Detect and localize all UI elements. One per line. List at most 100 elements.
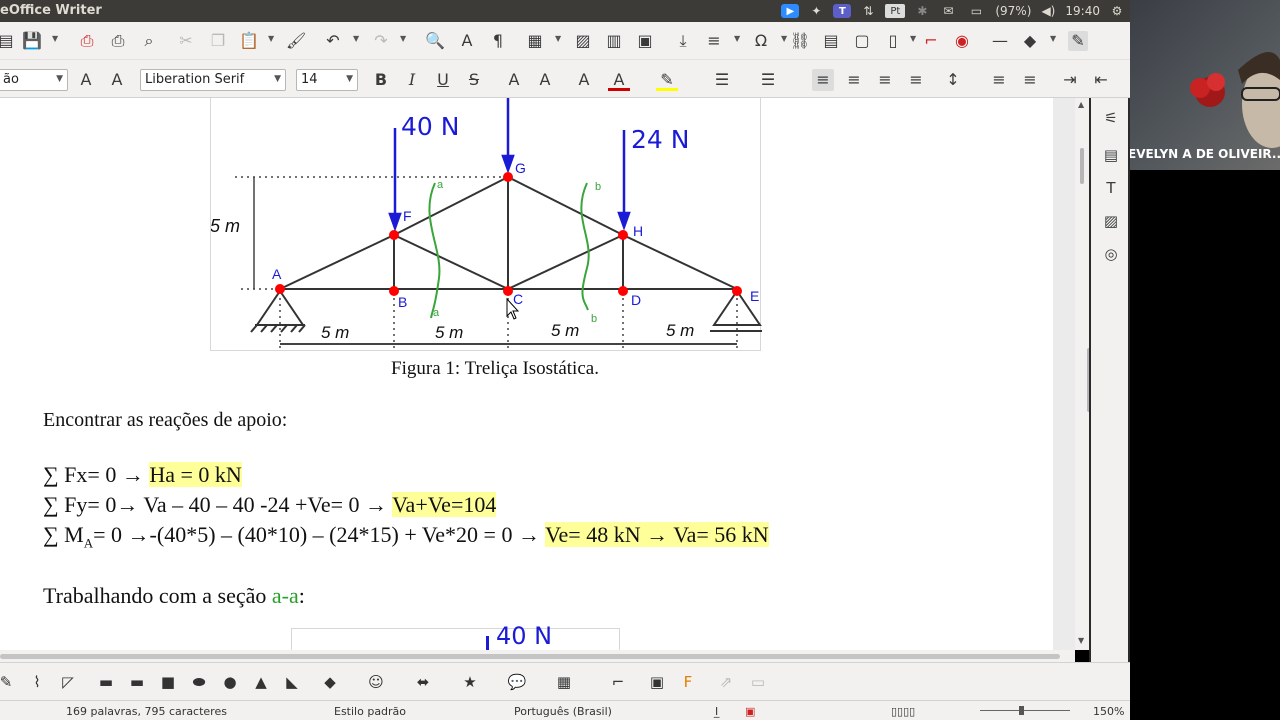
cut-icon[interactable]: ✂ xyxy=(176,31,196,51)
polygon-icon[interactable]: ◸ xyxy=(58,672,78,692)
callout-icon[interactable]: 💬 xyxy=(507,672,527,692)
clone-formatting-icon[interactable]: 🖌 xyxy=(286,31,306,51)
paste-icon[interactable]: 📋 xyxy=(239,31,259,51)
font-name-combo[interactable]: Liberation Serif ▼ xyxy=(140,69,286,91)
align-right-icon[interactable]: ≡ xyxy=(874,69,896,91)
insert-table-icon[interactable]: ▦ xyxy=(525,31,545,51)
zoom-slider-handle[interactable] xyxy=(1019,706,1024,715)
smiley-icon[interactable]: ☺ xyxy=(366,672,386,692)
word-count[interactable]: 169 palavras, 795 caracteres xyxy=(66,705,227,718)
figure-section-preview[interactable] xyxy=(291,628,620,650)
special-character-dropdown-icon[interactable]: ▼ xyxy=(781,34,787,43)
star-icon[interactable]: ★ xyxy=(460,672,480,692)
rounded-rectangle-icon[interactable]: ▬ xyxy=(127,672,147,692)
draw-icon[interactable]: ✎ xyxy=(1068,31,1088,51)
flowchart-icon[interactable]: ▦ xyxy=(554,672,574,692)
toggle-extrusion-icon[interactable]: ⇗ xyxy=(716,672,736,692)
freeform-icon[interactable]: ⌇ xyxy=(27,672,47,692)
zoom-level[interactable]: 150% xyxy=(1093,705,1124,718)
formatting-marks-icon[interactable]: ¶ xyxy=(488,31,508,51)
comment-icon[interactable]: ▢ xyxy=(852,31,872,51)
highlight-color-icon[interactable]: ✎ xyxy=(656,69,678,91)
font-size-combo[interactable]: 14 ▼ xyxy=(296,69,358,91)
insert-field-icon[interactable]: ≡ xyxy=(704,31,724,51)
line-spacing-icon[interactable]: ↕ xyxy=(942,69,964,91)
field-dropdown-icon[interactable]: ▼ xyxy=(734,34,740,43)
save-dropdown-icon[interactable]: ▼ xyxy=(52,34,58,43)
clear-formatting-icon[interactable]: A xyxy=(573,69,595,91)
vertical-scroll-thumb[interactable] xyxy=(1080,148,1084,184)
insert-page-break-icon[interactable]: ⤓ xyxy=(673,31,693,51)
print-icon[interactable]: ⎙ xyxy=(108,31,128,51)
language[interactable]: Português (Brasil) xyxy=(514,705,612,718)
keyboard-layout-badge[interactable]: Pt xyxy=(885,4,906,18)
increase-indent-icon[interactable]: ⇥ xyxy=(1059,69,1081,91)
view-layout-icons[interactable]: ▯▯▯▯ xyxy=(891,705,915,718)
insert-textbox-icon[interactable]: ▣ xyxy=(635,31,655,51)
bluetooth-icon[interactable]: ✱ xyxy=(913,4,931,18)
horizontal-scroll-thumb[interactable] xyxy=(0,654,1060,659)
diamond-shape-icon[interactable]: ◆ xyxy=(320,672,340,692)
superscript-icon[interactable]: A xyxy=(503,69,525,91)
document-area[interactable]: 5 m 5 m 5 m 5 m 5 m a a b b 40 N 24 N A … xyxy=(0,98,1075,650)
page-style[interactable]: Estilo padrão xyxy=(334,705,406,718)
table-dropdown-icon[interactable]: ▼ xyxy=(555,34,561,43)
clock[interactable]: 19:40 xyxy=(1065,4,1100,18)
print-preview-icon[interactable]: ⌕ xyxy=(139,31,159,51)
track-changes-icon[interactable]: ▯ xyxy=(883,31,903,51)
font-color-icon[interactable]: A xyxy=(608,69,630,91)
track-changes-dropdown-icon[interactable]: ▼ xyxy=(910,34,916,43)
rectangle-icon[interactable]: ▬ xyxy=(96,672,116,692)
document-page[interactable]: 5 m 5 m 5 m 5 m 5 m a a b b 40 N 24 N A … xyxy=(0,98,1053,650)
new-style-icon[interactable]: A xyxy=(106,69,128,91)
teams-icon[interactable]: T xyxy=(833,4,852,18)
paragraph-style-combo[interactable]: ão ▼ xyxy=(0,69,68,91)
italic-icon[interactable]: I xyxy=(401,69,423,91)
triangle-icon[interactable]: ▲ xyxy=(251,672,271,692)
special-character-icon[interactable]: Ω xyxy=(751,31,771,51)
sidebar-properties-icon[interactable]: ⚟ xyxy=(1101,108,1121,128)
hyperlink-icon[interactable]: ⛓ xyxy=(790,31,810,51)
numbered-list-icon[interactable]: ☰ xyxy=(757,69,779,91)
update-style-icon[interactable]: A xyxy=(75,69,97,91)
strikethrough-icon[interactable]: S xyxy=(463,69,485,91)
sidebar-page-icon[interactable]: ▤ xyxy=(1101,145,1121,165)
circle-icon[interactable]: ● xyxy=(220,672,240,692)
participant-video-tile[interactable]: EVELYN A DE OLIVEIR... xyxy=(1130,0,1280,170)
save-icon[interactable]: 💾 xyxy=(22,31,42,51)
underline-icon[interactable]: U xyxy=(432,69,454,91)
copy-icon[interactable]: ❐ xyxy=(208,31,228,51)
redo-dropdown-icon[interactable]: ▼ xyxy=(400,34,406,43)
undo-icon[interactable]: ↶ xyxy=(323,31,343,51)
bullet-list-icon[interactable]: ☰ xyxy=(711,69,733,91)
decrease-indent-icon[interactable]: ⇤ xyxy=(1090,69,1112,91)
redo-icon[interactable]: ↷ xyxy=(371,31,391,51)
ellipse-icon[interactable]: ⬬ xyxy=(189,672,209,692)
points-icon[interactable]: ⌐ xyxy=(608,672,628,692)
basic-shapes-icon[interactable]: ◆ xyxy=(1020,31,1040,51)
battery-icon[interactable]: ▭ xyxy=(965,4,987,18)
increase-paragraph-spacing-icon[interactable]: ≡ xyxy=(988,69,1010,91)
sidebar-gallery-icon[interactable]: ▨ xyxy=(1101,211,1121,231)
document-modified-icon[interactable]: ▣ xyxy=(745,705,755,718)
square-icon[interactable]: ■ xyxy=(158,672,178,692)
show-draw-functions-icon[interactable]: ⌐ xyxy=(921,31,941,51)
chevron-down-icon[interactable]: ▼ xyxy=(274,74,281,84)
new-document-icon[interactable]: ▤ xyxy=(0,31,16,51)
subscript-icon[interactable]: A xyxy=(534,69,556,91)
paste-dropdown-icon[interactable]: ▼ xyxy=(268,34,274,43)
vertical-scrollbar[interactable]: ▲ ▼ xyxy=(1075,98,1091,650)
decrease-paragraph-spacing-icon[interactable]: ≡ xyxy=(1019,69,1041,91)
block-arrow-icon[interactable]: ⬌ xyxy=(413,672,433,692)
curve-icon[interactable]: ✎ xyxy=(0,672,16,692)
right-triangle-icon[interactable]: ◣ xyxy=(282,672,302,692)
volume-icon[interactable]: ◀) xyxy=(1039,4,1057,18)
chevron-down-icon[interactable]: ▼ xyxy=(56,74,63,84)
scroll-down-icon[interactable]: ▼ xyxy=(1078,636,1084,645)
settings-gear-icon[interactable]: ⚙ xyxy=(1108,4,1126,18)
footnote-icon[interactable]: ▤ xyxy=(821,31,841,51)
insert-chart-icon[interactable]: ▥ xyxy=(604,31,624,51)
horizontal-scrollbar[interactable] xyxy=(0,650,1075,662)
insert-image-icon[interactable]: ▨ xyxy=(573,31,593,51)
chevron-down-icon[interactable]: ▼ xyxy=(346,74,353,84)
